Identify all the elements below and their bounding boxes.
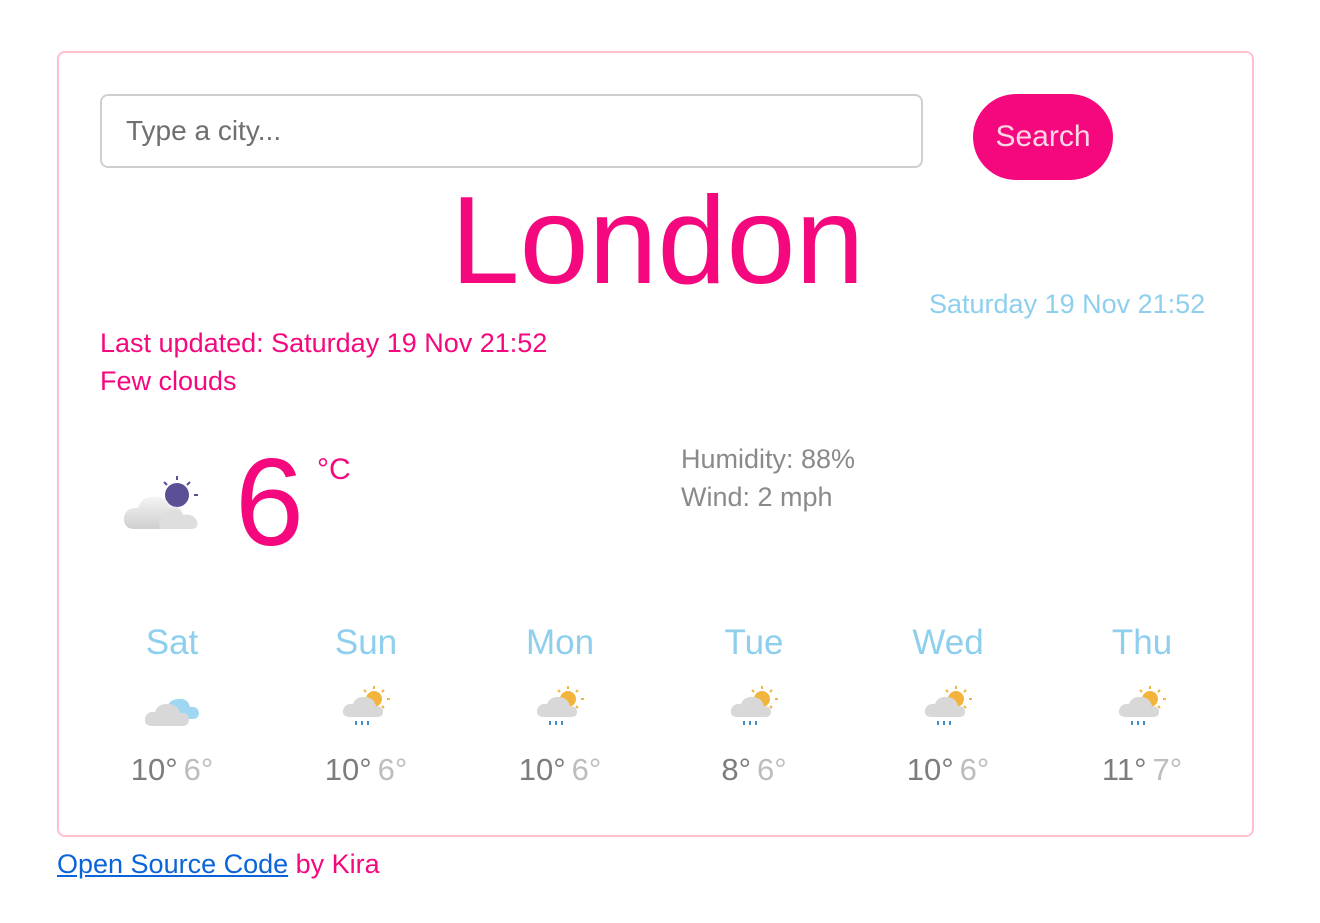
last-updated: Last updated: Saturday 19 Nov 21:52 xyxy=(100,328,548,358)
sun-cloud-rain-icon xyxy=(924,686,972,725)
city-search-input[interactable] xyxy=(100,94,923,168)
open-source-code-link[interactable]: Open Source Code xyxy=(57,849,288,879)
sun-cloud-rain-icon xyxy=(342,686,390,725)
forecast-min: 6° xyxy=(377,752,408,787)
cloudy-icon xyxy=(144,698,199,726)
forecast-day: Wed 10° 6° xyxy=(851,618,1045,790)
sun-cloud-rain-icon xyxy=(1118,686,1166,725)
sun-cloud-rain-icon xyxy=(730,686,778,725)
forecast-temps: 10° 6° xyxy=(75,750,269,790)
wind: Wind: 2 mph xyxy=(681,482,833,512)
forecast-day: Sun 10° 6° xyxy=(269,618,463,790)
forecast-max: 10° xyxy=(130,752,178,787)
forecast-row: Sat 10° 6° Sun 10° 6° Mon 10° 6° Tue 8° … xyxy=(75,618,1239,790)
sun-cloud-rain-icon xyxy=(536,686,584,725)
forecast-max: 11° xyxy=(1101,752,1147,787)
footer: Open Source Code by Kira xyxy=(57,849,380,880)
forecast-temps: 8° 6° xyxy=(657,750,851,790)
forecast-day: Sat 10° 6° xyxy=(75,618,269,790)
current-temperature: 6 xyxy=(235,434,304,572)
forecast-day: Thu 11° 7° xyxy=(1045,618,1239,790)
forecast-max: 10° xyxy=(518,752,566,787)
footer-author: by Kira xyxy=(288,849,380,879)
forecast-min: 7° xyxy=(1152,752,1183,787)
forecast-day-name: Mon xyxy=(525,623,595,662)
forecast-max: 10° xyxy=(906,752,954,787)
forecast-day-name: Wed xyxy=(912,623,984,662)
forecast-day: Mon 10° 6° xyxy=(463,618,657,790)
forecast-temps: 10° 6° xyxy=(269,750,463,790)
forecast-temps: 10° 6° xyxy=(851,750,1045,790)
forecast-min: 6° xyxy=(959,752,990,787)
forecast-temps: 11° 7° xyxy=(1045,750,1239,790)
humidity: Humidity: 88% xyxy=(681,444,856,474)
forecast-day-name: Sun xyxy=(334,623,398,662)
current-date-time: Saturday 19 Nov 21:52 xyxy=(929,289,1206,319)
few-clouds-night-icon xyxy=(123,476,198,529)
forecast-day-name: Tue xyxy=(724,623,784,662)
search-button[interactable]: Search xyxy=(973,94,1113,180)
forecast-day-name: Sat xyxy=(145,623,199,662)
forecast-temps: 10° 6° xyxy=(463,750,657,790)
temperature-unit[interactable]: °C xyxy=(317,453,351,487)
weather-card: Search London Saturday 19 Nov 21:52 Last… xyxy=(57,51,1254,837)
forecast-min: 6° xyxy=(183,752,214,787)
forecast-max: 10° xyxy=(324,752,372,787)
forecast-min: 6° xyxy=(757,752,787,787)
forecast-day: Tue 8° 6° xyxy=(657,618,851,790)
forecast-min: 6° xyxy=(571,752,602,787)
forecast-max: 8° xyxy=(721,752,751,787)
forecast-day-name: Thu xyxy=(1111,623,1173,662)
weather-description: Few clouds xyxy=(100,366,237,396)
